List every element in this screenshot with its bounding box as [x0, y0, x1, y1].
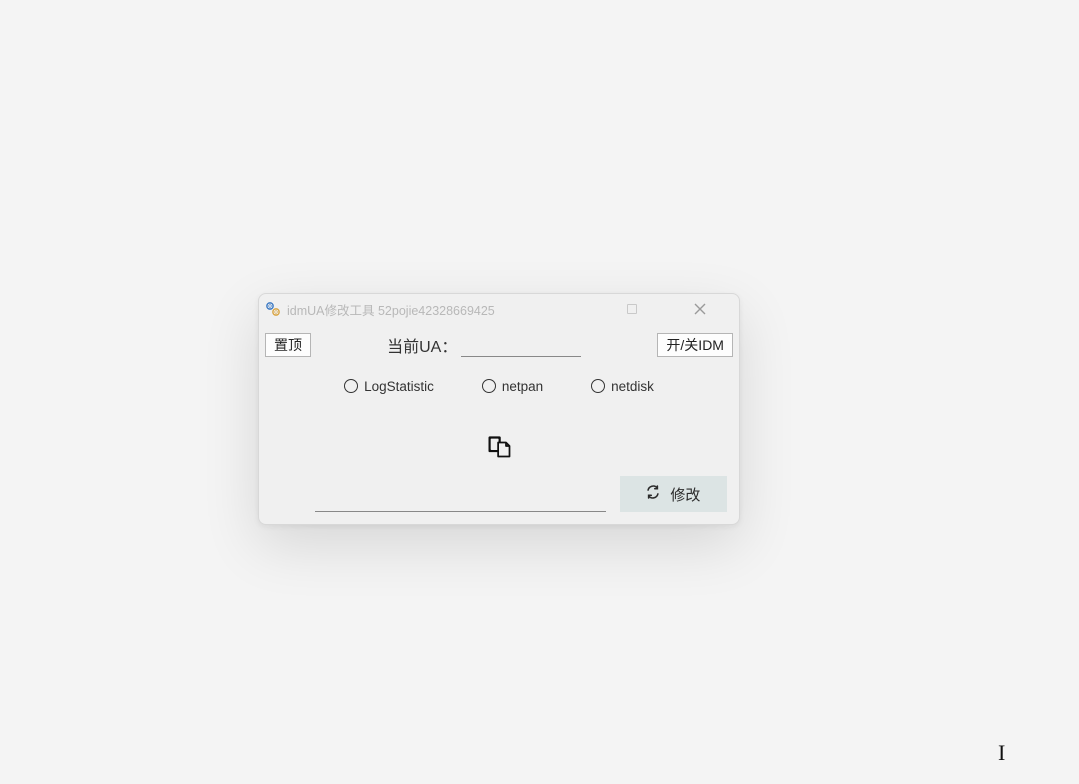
- radio-icon: [591, 379, 605, 393]
- radio-row: LogStatistic netpan netdisk: [263, 374, 735, 398]
- modify-button-label: 修改: [670, 484, 700, 505]
- radio-label: netdisk: [611, 379, 654, 394]
- refresh-icon: [646, 485, 660, 503]
- ua-input[interactable]: [315, 490, 606, 512]
- bottom-row: 修改: [263, 476, 735, 512]
- radio-logstatistic[interactable]: LogStatistic: [344, 379, 434, 394]
- maximize-button[interactable]: [609, 294, 655, 324]
- close-icon: [694, 303, 706, 315]
- radio-netdisk[interactable]: netdisk: [591, 379, 654, 394]
- radio-label: LogStatistic: [364, 379, 434, 394]
- window-title: idmUA修改工具 52pojie42328669425: [287, 300, 609, 319]
- modify-button[interactable]: 修改: [620, 476, 727, 512]
- app-icon: [265, 301, 281, 317]
- app-window: idmUA修改工具 52pojie42328669425 置顶 当前UA： 开/…: [258, 293, 740, 525]
- current-ua-field[interactable]: [461, 335, 581, 357]
- text-cursor-icon: I: [998, 740, 1005, 766]
- pin-top-button[interactable]: 置顶: [265, 333, 311, 357]
- current-ua-label: 当前UA：: [387, 333, 457, 357]
- center-icon-row: [263, 432, 735, 464]
- maximize-icon: [627, 304, 637, 314]
- close-button[interactable]: [677, 294, 723, 324]
- paste-icon[interactable]: [485, 432, 513, 465]
- radio-label: netpan: [502, 379, 543, 394]
- radio-icon: [344, 379, 358, 393]
- current-ua-group: 当前UA：: [387, 333, 581, 357]
- client-area: 置顶 当前UA： 开/关IDM LogStatistic netpan netd…: [259, 324, 739, 512]
- toggle-idm-button[interactable]: 开/关IDM: [657, 333, 733, 357]
- top-row: 置顶 当前UA： 开/关IDM: [263, 330, 735, 360]
- title-bar[interactable]: idmUA修改工具 52pojie42328669425: [259, 294, 739, 324]
- radio-icon: [482, 379, 496, 393]
- radio-netpan[interactable]: netpan: [482, 379, 543, 394]
- window-controls: [609, 294, 723, 324]
